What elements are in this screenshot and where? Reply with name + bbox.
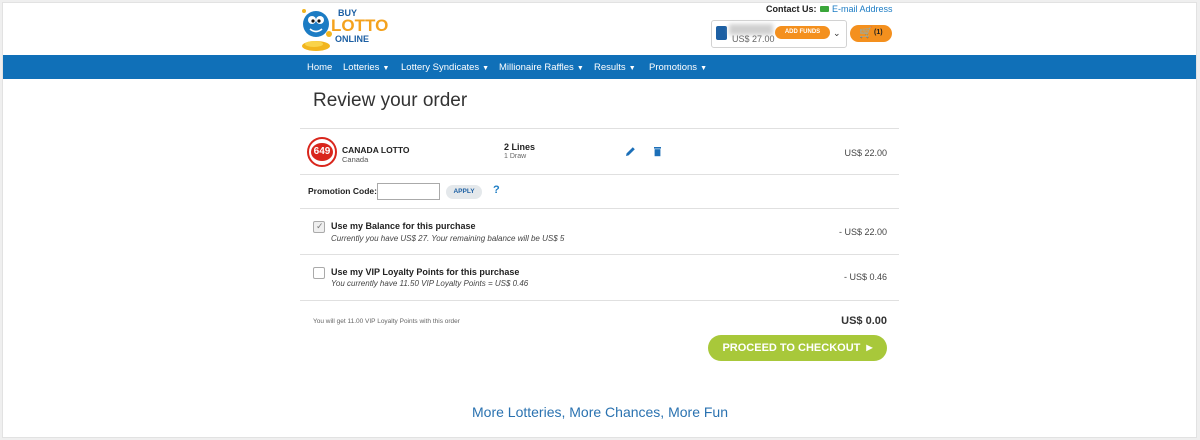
cart-button[interactable]: 🛒 (1)	[850, 25, 892, 42]
edit-icon[interactable]	[624, 145, 637, 158]
chevron-down-icon: ▼	[382, 65, 390, 72]
nav-millionaire-raffles[interactable]: Millionaire Raffles ▼	[499, 62, 584, 73]
divider	[300, 128, 899, 129]
lines-count: 2 Lines	[504, 142, 536, 152]
arrow-right-icon: ▶	[866, 343, 873, 352]
nav-lotteries-label: Lotteries	[343, 62, 380, 73]
nav-results[interactable]: Results ▼	[594, 62, 636, 73]
chevron-down-icon: ▼	[700, 65, 707, 72]
footer-tagline: More Lotteries, More Chances, More Fun	[472, 404, 728, 420]
canada-lotto-logo: 649	[307, 137, 337, 167]
lotto-logo-text: 649	[311, 143, 333, 161]
mail-icon	[820, 6, 829, 12]
logo-text-online: ONLINE	[335, 34, 370, 44]
use-vip-points-checkbox[interactable]	[313, 267, 325, 279]
nav-results-label: Results	[594, 62, 626, 73]
main-nav: Home Lotteries ▼ Lottery Syndicates ▼ Mill…	[3, 55, 1196, 79]
chevron-down-icon: ▼	[628, 65, 636, 72]
nav-promotions-label: Promotions	[649, 62, 698, 73]
chevron-down-icon: ▼	[576, 65, 584, 72]
loyalty-points-note: You will get 11.00 VIP Loyalty Points wi…	[313, 318, 460, 325]
contact-label: Contact Us:	[766, 4, 817, 14]
promo-code-input[interactable]	[377, 183, 440, 200]
order-total: US$ 0.00	[841, 315, 887, 327]
divider	[300, 208, 899, 209]
nav-home[interactable]: Home	[307, 62, 332, 73]
nav-promotions[interactable]: Promotions ▼	[649, 62, 707, 73]
chevron-down-icon: ▼	[482, 65, 490, 72]
help-icon[interactable]: ?	[493, 184, 500, 196]
balance-deduction: - US$ 22.00	[838, 227, 887, 237]
checkout-label: PROCEED TO CHECKOUT	[722, 342, 861, 354]
page-title: Review your order	[313, 90, 468, 111]
logo-text-lotto: LOTTO	[331, 16, 389, 35]
cart-count: (1)	[874, 29, 883, 36]
item-price: US$ 22.00	[844, 148, 887, 158]
account-widget[interactable]: US$ 27.00 ADD FUNDS ⌄	[711, 20, 847, 48]
use-vip-points-title: Use my VIP Loyalty Points for this purch…	[331, 267, 520, 277]
delete-icon[interactable]	[651, 145, 664, 158]
nav-millionaire-raffles-label: Millionaire Raffles	[499, 62, 574, 73]
proceed-to-checkout-button[interactable]: PROCEED TO CHECKOUT ▶	[708, 335, 887, 361]
apply-button[interactable]: APPLY	[446, 185, 482, 199]
pencil-icon	[626, 147, 635, 156]
use-balance-title: Use my Balance for this purchase	[331, 221, 476, 231]
draws-count: 1 Draw	[504, 153, 527, 160]
divider	[300, 254, 899, 255]
email-link[interactable]: E-mail Address	[832, 4, 893, 14]
use-vip-points-subtitle: You currently have 11.50 VIP Loyalty Poi…	[331, 279, 529, 288]
nav-lotteries[interactable]: Lotteries ▼	[343, 62, 389, 73]
use-balance-subtitle: Currently you have US$ 27. Your remainin…	[331, 234, 565, 243]
nav-lottery-syndicates-label: Lottery Syndicates	[401, 62, 480, 73]
divider	[300, 300, 899, 301]
lottery-name: CANADA LOTTO	[342, 145, 410, 155]
checkmark-icon: ✓	[316, 221, 324, 231]
account-balance: US$ 27.00	[732, 34, 775, 44]
avatar-icon	[716, 26, 727, 40]
site-logo[interactable]: BUY LOTTO ONLINE	[298, 4, 398, 54]
add-funds-button[interactable]: ADD FUNDS	[775, 26, 830, 39]
nav-lottery-syndicates[interactable]: Lottery Syndicates ▼	[401, 62, 489, 73]
promo-code-label: Promotion Code:	[308, 186, 377, 196]
use-balance-checkbox[interactable]: ✓	[313, 221, 325, 233]
nav-home-label: Home	[307, 62, 333, 73]
vip-points-deduction: - US$ 0.46	[843, 272, 887, 282]
lottery-country: Canada	[342, 155, 369, 164]
trash-icon	[654, 147, 661, 157]
chevron-down-icon[interactable]: ⌄	[833, 28, 841, 39]
cart-icon: 🛒	[859, 27, 873, 39]
divider	[300, 174, 899, 175]
